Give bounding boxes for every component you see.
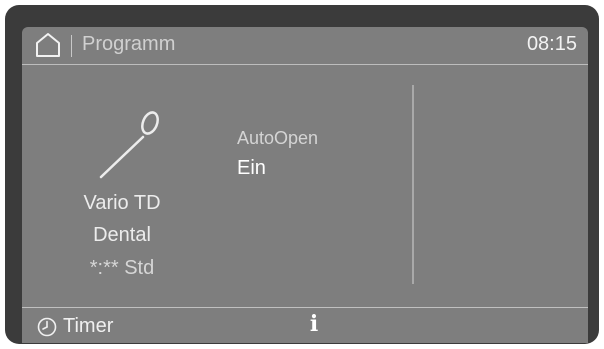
header-divider — [71, 35, 72, 57]
program-duration: *:** Std — [89, 257, 155, 279]
home-icon[interactable] — [34, 32, 62, 58]
option-label: AutoOpen — [237, 128, 319, 148]
clock-time: 08:15 — [526, 33, 577, 55]
info-icon[interactable]: i — [305, 311, 323, 339]
header-bar: Programm 08:15 — [22, 27, 588, 65]
timer-label: Timer — [63, 315, 114, 337]
dental-mirror-icon — [99, 111, 159, 179]
clock-icon — [37, 317, 57, 337]
option-value[interactable]: Ein — [237, 157, 266, 180]
column-divider — [412, 85, 414, 284]
program-subtitle: Dental — [93, 224, 151, 246]
footer-bar: Timer i — [22, 307, 588, 343]
page-title: Programm — [82, 33, 176, 55]
program-name: Vario TD — [83, 192, 161, 214]
display-screen: Programm 08:15 Vario TD Dental *:** Std … — [22, 27, 588, 343]
display-bezel: Programm 08:15 Vario TD Dental *:** Std … — [5, 5, 599, 344]
